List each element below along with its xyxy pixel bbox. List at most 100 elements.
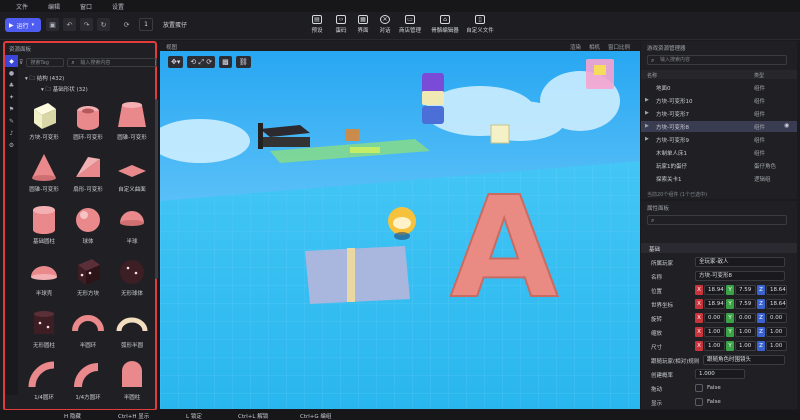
outliner-row[interactable]: ▶ 方块-可变形9 组件	[641, 134, 797, 145]
reset-icon[interactable]: ↻	[97, 18, 110, 31]
col-type[interactable]: 类型	[754, 72, 764, 79]
shape-item-cube[interactable]: 方块-可变形	[22, 99, 66, 151]
aspect-menu[interactable]: 窗口比例	[608, 43, 630, 51]
shape-item-halfring[interactable]: 半圆环	[66, 307, 110, 359]
undo-icon[interactable]: ↶	[63, 18, 76, 31]
camera-menu[interactable]: 相机	[589, 43, 600, 51]
store-button[interactable]: ▭ 商店管理	[393, 15, 427, 37]
density-input[interactable]: 1.000	[695, 369, 745, 379]
step-count-field[interactable]: 1	[139, 18, 153, 31]
menu-file[interactable]: 文件	[16, 2, 28, 11]
size-y-input[interactable]: 1.00	[735, 341, 756, 351]
tree-node-basic-shapes[interactable]: ▾ 🗀 基础形状 (32)	[41, 85, 88, 95]
position-x-input[interactable]: 18.94	[704, 285, 725, 295]
col-name[interactable]: 名称	[647, 72, 657, 79]
snap-tool-icon[interactable]: ▩	[219, 56, 232, 68]
sound-tab-icon[interactable]: ♪	[5, 127, 18, 139]
shape-item-quarter2[interactable]: 1/4方圆环	[66, 359, 110, 411]
shape-item-halfcyl[interactable]: 半圆柱	[110, 359, 154, 411]
shape-item-ring[interactable]: 圆环-可变形	[66, 99, 110, 151]
tag-search-input[interactable]: 搜索Tag	[26, 57, 65, 67]
section-basic[interactable]: 基础	[641, 243, 797, 253]
wall-block-object[interactable]	[305, 246, 410, 304]
scale-z-input[interactable]: 1.00	[766, 327, 787, 337]
shape-item-dome[interactable]: 半球壳	[22, 255, 66, 307]
scene-canvas[interactable]: A	[160, 51, 640, 409]
resource-search-input[interactable]: ⌕ 输入搜索内容	[67, 57, 157, 67]
selected-cube[interactable]	[490, 124, 510, 144]
expand-arrow-icon[interactable]: ▶	[645, 123, 649, 129]
render-menu[interactable]: 渲染	[570, 43, 581, 51]
shape-item-sphere[interactable]: 球体	[66, 203, 110, 255]
name-input[interactable]: 方块-可变形8	[695, 271, 785, 281]
last-checkbox[interactable]	[695, 398, 703, 406]
world-x-input[interactable]: 18.94	[704, 299, 725, 309]
link-tool-icon[interactable]: ⛓	[235, 56, 251, 68]
position-z-input[interactable]: 18.64	[766, 285, 787, 295]
run-button[interactable]: ▶ 运行 ▾	[5, 18, 41, 32]
shape-item-quarter[interactable]: 1/4圆环	[22, 359, 66, 411]
expand-arrow-icon[interactable]: ▶	[645, 110, 649, 116]
tree-node-structure[interactable]: ▾ 🗀 结构 (432)	[25, 74, 64, 84]
world-z-input[interactable]: 18.64	[766, 299, 787, 309]
outliner-row[interactable]: ▶ 方块-可变形10 组件	[641, 95, 797, 106]
resource-scrollbar[interactable]	[155, 99, 158, 279]
outliner-row[interactable]: 探索关卡1 逻辑组	[641, 173, 797, 184]
effect-tab-icon[interactable]: ✦	[5, 91, 18, 103]
misc-tab-icon[interactable]: ⚙	[5, 139, 18, 151]
shape-item-wedge[interactable]: 扇形-可变形	[66, 151, 110, 203]
size-z-input[interactable]: 1.00	[766, 341, 787, 351]
skeleton-editor-button[interactable]: ⌂ 骨骼编辑器	[428, 15, 462, 37]
transform-tools[interactable]: ⟲ ⤢ ⟳	[187, 56, 216, 68]
menu-edit[interactable]: 编辑	[48, 2, 60, 11]
save-icon[interactable]: ▣	[46, 18, 59, 31]
menu-settings[interactable]: 设置	[112, 2, 124, 11]
trigger-tab-icon[interactable]: ⚑	[5, 103, 18, 115]
shape-item-cylinder[interactable]: 基础圆柱	[22, 203, 66, 255]
tool-tab-icon[interactable]: ✎	[5, 115, 18, 127]
owner-select[interactable]: 全玩家-敌人	[695, 257, 785, 267]
position-y-input[interactable]: 7.59	[735, 285, 756, 295]
shape-item-darkcube[interactable]: 无形方块	[66, 255, 110, 307]
world-y-input[interactable]: 7.59	[735, 299, 756, 309]
scale-x-input[interactable]: 1.00	[704, 327, 725, 337]
scene-viewport[interactable]: A ✥▾ ⟲ ⤢ ⟳ ▩ ⛓	[160, 51, 640, 409]
shape-item-cone[interactable]: 圆锥-可变形	[22, 151, 66, 203]
shape-item-darkcylinder[interactable]: 无形圆柱	[22, 307, 66, 359]
outliner-row[interactable]: ▶ 方块-可变形8 组件 ◉	[641, 121, 797, 132]
shape-item-darksphere[interactable]: 无形球体	[110, 255, 154, 307]
move-tool-icon[interactable]: ✥▾	[168, 56, 184, 68]
rotation-z-input[interactable]: 0.00	[766, 313, 787, 323]
structure-tab-icon[interactable]: ◆	[5, 55, 18, 67]
outliner-search-input[interactable]: ⌕ 输入搜索内容	[647, 55, 787, 65]
shape-item-surface[interactable]: 自定义曲面	[110, 151, 154, 203]
size-x-input[interactable]: 1.00	[704, 341, 725, 351]
purple-block[interactable]	[422, 73, 444, 93]
follow-select[interactable]: 跟随角色时围镜头	[703, 355, 785, 365]
menu-window[interactable]: 窗口	[80, 2, 92, 11]
visibility-eye-icon[interactable]: ◉	[784, 122, 789, 129]
shape-item-arc[interactable]: 弧形半圆	[110, 307, 154, 359]
shape-item-frustum[interactable]: 圆锥-可变形	[110, 99, 154, 151]
properties-search-input[interactable]: ⌕	[647, 215, 787, 225]
shape-item-halfsphere[interactable]: 半球	[110, 203, 154, 255]
custom-file-button[interactable]: ▯ 自定义文件	[463, 15, 497, 37]
physics-checkbox[interactable]	[695, 384, 703, 392]
outliner-row[interactable]: ▶ 方块-可变形7 组件	[641, 108, 797, 119]
expand-arrow-icon[interactable]: ▶	[645, 136, 649, 142]
character-tab-icon[interactable]: ●	[5, 67, 18, 79]
brown-animal-object[interactable]	[345, 129, 359, 141]
redo-icon[interactable]: ↷	[80, 18, 93, 31]
rotation-y-input[interactable]: 0.00	[735, 313, 756, 323]
filter-icon[interactable]: ⊽	[19, 59, 23, 66]
rotation-x-input[interactable]: 0.00	[704, 313, 725, 323]
cream-block[interactable]	[422, 91, 444, 105]
outliner-row[interactable]: 木制单人床1 组件	[641, 147, 797, 158]
letter-a-object[interactable]: A	[449, 166, 559, 331]
plant-tab-icon[interactable]: ♣	[5, 79, 18, 91]
outliner-row[interactable]: 地面0 组件	[641, 82, 797, 93]
blue-block[interactable]	[422, 106, 444, 124]
outliner-row[interactable]: 玩家1的蛋仔 蛋仔角色	[641, 160, 797, 171]
expand-arrow-icon[interactable]: ▶	[645, 97, 649, 103]
scale-y-input[interactable]: 1.00	[735, 327, 756, 337]
